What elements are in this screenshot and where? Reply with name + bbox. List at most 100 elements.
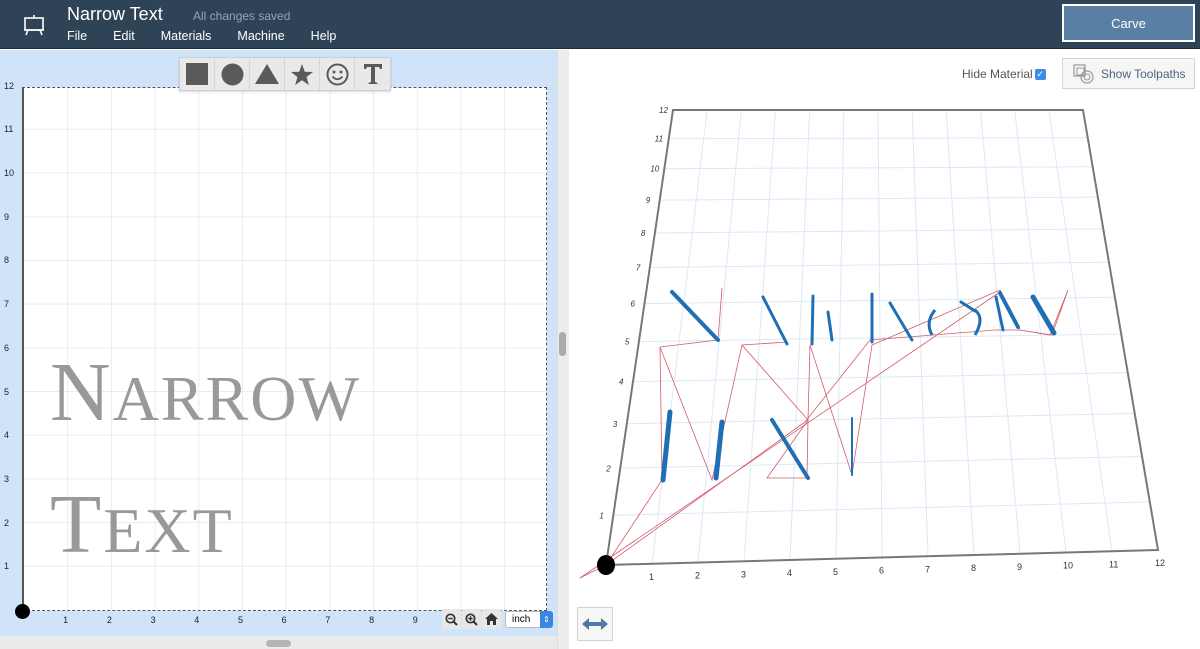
menu-bar: File Edit Materials Machine Help bbox=[67, 29, 362, 43]
x-tick-label: 5 bbox=[237, 615, 243, 625]
text-icon bbox=[363, 64, 382, 84]
preview-x-tick: 10 bbox=[1063, 561, 1073, 571]
carved-stroke bbox=[810, 294, 815, 346]
preview-x-tick: 3 bbox=[741, 569, 746, 579]
zoom-out-icon bbox=[445, 612, 458, 626]
text-tool[interactable] bbox=[355, 58, 390, 90]
carved-stroke bbox=[888, 301, 914, 342]
easel-logo-icon[interactable] bbox=[22, 13, 46, 37]
carved-stroke bbox=[761, 295, 789, 346]
carved-stroke bbox=[826, 310, 834, 342]
x-tick-label: 2 bbox=[106, 615, 112, 625]
preview-y-tick: 6 bbox=[630, 300, 635, 309]
preview-x-tick: 11 bbox=[1109, 559, 1118, 569]
splitter-handle[interactable] bbox=[559, 332, 566, 356]
triangle-tool[interactable] bbox=[250, 58, 285, 90]
preview-grid-line bbox=[911, 109, 929, 557]
y-tick-label: 6 bbox=[4, 342, 10, 353]
x-tick-label: 7 bbox=[325, 615, 331, 625]
carved-stroke bbox=[670, 290, 720, 342]
x-tick-label: 4 bbox=[194, 615, 200, 625]
y-tick-label: 9 bbox=[4, 211, 10, 222]
preview-x-tick: 9 bbox=[1017, 562, 1022, 572]
carved-stroke bbox=[927, 309, 937, 336]
carved-stroke bbox=[660, 409, 673, 483]
preview-y-tick: 8 bbox=[641, 229, 646, 238]
show-toolpaths-label: Show Toolpaths bbox=[1101, 66, 1186, 81]
preview-y-tick: 10 bbox=[650, 165, 659, 174]
preview-grid-line bbox=[877, 109, 883, 558]
design-text-object[interactable]: NARROW TEXT bbox=[50, 330, 361, 594]
smiley-tool[interactable] bbox=[320, 58, 355, 90]
y-tick-label: 8 bbox=[4, 255, 10, 266]
origin-marker bbox=[15, 604, 30, 619]
preview-x-tick: 5 bbox=[833, 567, 838, 577]
star-tool[interactable] bbox=[285, 58, 320, 90]
preview-grid-line bbox=[980, 109, 1021, 554]
toolpaths-icon bbox=[1073, 63, 1094, 84]
hide-material-label: Hide Material bbox=[962, 67, 1033, 81]
circle-tool[interactable] bbox=[215, 58, 250, 90]
x-tick-label: 3 bbox=[150, 615, 156, 625]
menu-materials[interactable]: Materials bbox=[161, 29, 212, 43]
top-bar: Narrow Text All changes saved File Edit … bbox=[0, 0, 1200, 49]
preview-y-tick: 7 bbox=[636, 263, 641, 272]
carve-button[interactable]: Carve bbox=[1062, 4, 1195, 42]
square-tool[interactable] bbox=[180, 58, 215, 90]
preview-x-tick: 6 bbox=[879, 566, 884, 576]
menu-edit[interactable]: Edit bbox=[113, 29, 135, 43]
y-tick-label: 10 bbox=[4, 168, 15, 178]
preview-y-tick: 5 bbox=[625, 338, 630, 347]
horizontal-scroll-thumb[interactable] bbox=[266, 640, 291, 647]
zoom-in-icon bbox=[465, 612, 478, 626]
x-tick-label: 6 bbox=[281, 615, 287, 625]
preview-x-tick: 1 bbox=[649, 572, 654, 582]
carved-stroke bbox=[1030, 294, 1057, 336]
travel-path bbox=[741, 341, 789, 346]
star-icon bbox=[291, 63, 313, 85]
preview-y-tick: 1 bbox=[599, 511, 603, 520]
unit-select[interactable]: inch ⇕ bbox=[505, 610, 553, 628]
preview-grid-line bbox=[789, 109, 811, 561]
travel-path bbox=[579, 289, 1069, 579]
text-line-1: NARROW bbox=[50, 346, 361, 439]
zoom-in-button[interactable] bbox=[462, 609, 481, 629]
x-tick-label: 9 bbox=[412, 615, 418, 625]
menu-machine[interactable]: Machine bbox=[237, 29, 284, 43]
project-title[interactable]: Narrow Text bbox=[67, 4, 163, 25]
3d-preview[interactable]: 1 2 3 4 5 6 7 8 9 10 11 12123456789101112 bbox=[569, 90, 1200, 590]
zoom-out-button[interactable] bbox=[442, 609, 461, 629]
menu-file[interactable]: File bbox=[67, 29, 87, 43]
hide-material-toggle[interactable]: Hide Material ✓ bbox=[962, 67, 1046, 81]
preview-y-tick: 3 bbox=[613, 420, 618, 429]
preview-origin-marker bbox=[597, 555, 615, 575]
home-button[interactable] bbox=[482, 609, 501, 629]
y-tick-label: 3 bbox=[4, 473, 10, 484]
circle-icon bbox=[221, 63, 243, 85]
zoom-controls: inch ⇕ bbox=[442, 609, 553, 629]
horizontal-arrows-icon bbox=[582, 618, 608, 630]
preview-grid-line bbox=[651, 109, 708, 564]
swap-panels-button[interactable] bbox=[577, 607, 613, 641]
preview-y-tick: 11 bbox=[655, 135, 663, 144]
carved-stroke bbox=[713, 419, 725, 481]
show-toolpaths-button[interactable]: Show Toolpaths bbox=[1062, 58, 1195, 89]
x-tick-label: 1 bbox=[63, 615, 69, 625]
y-tick-label: 5 bbox=[4, 386, 10, 397]
preview-x-tick: 12 bbox=[1155, 558, 1165, 568]
y-tick-label: 7 bbox=[4, 299, 10, 310]
preview-y-tick: 9 bbox=[646, 196, 651, 205]
y-tick-label: 12 bbox=[4, 80, 15, 91]
preview-x-tick: 8 bbox=[971, 563, 976, 573]
menu-help[interactable]: Help bbox=[311, 29, 337, 43]
select-arrows-icon: ⇕ bbox=[540, 610, 553, 628]
text-line-2: TEXT bbox=[50, 478, 234, 571]
square-icon bbox=[186, 63, 208, 85]
triangle-icon bbox=[255, 64, 279, 84]
smiley-icon bbox=[326, 63, 348, 85]
preview-y-tick: 2 bbox=[605, 464, 611, 473]
hide-material-checkbox[interactable]: ✓ bbox=[1034, 68, 1046, 80]
y-tick-label: 2 bbox=[4, 517, 10, 528]
preview-x-tick: 7 bbox=[925, 564, 930, 574]
save-status: All changes saved bbox=[193, 9, 291, 23]
